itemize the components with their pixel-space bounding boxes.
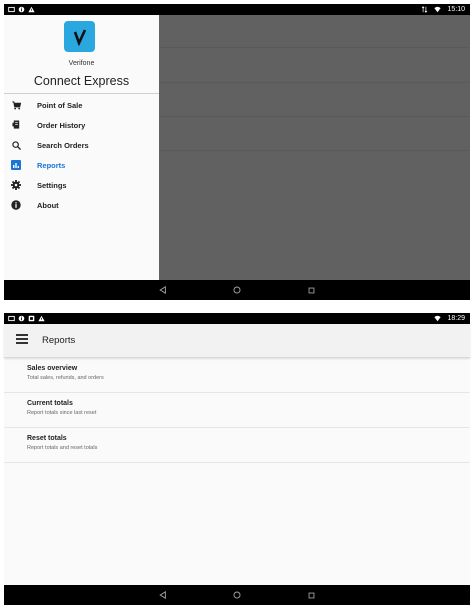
divider (159, 150, 470, 151)
back-button[interactable] (156, 588, 170, 602)
menu-item-order-history[interactable]: Order History (4, 115, 159, 135)
navigation-drawer: Verifone Connect Express Point of Sale O… (4, 15, 159, 280)
menu-item-about[interactable]: About (4, 195, 159, 215)
screenshot-icon (28, 315, 35, 322)
chart-icon (10, 159, 22, 171)
recents-icon (308, 287, 314, 293)
warning-icon (28, 6, 35, 13)
wifi-icon (434, 6, 442, 13)
brand-name: Verifone (68, 60, 95, 67)
report-row-reset-totals[interactable]: Reset totals Report totals and reset tot… (4, 428, 470, 463)
menu-item-search-orders[interactable]: Search Orders (4, 135, 159, 155)
back-icon (159, 286, 166, 294)
app-bar: Reports (4, 324, 470, 358)
receipt-icon (10, 119, 22, 131)
drawer-header: Verifone Connect Express (4, 15, 159, 94)
cart-icon (10, 99, 22, 111)
page-title: Reports (42, 335, 76, 346)
drawer-open-screen: 15:10 Verifone Connect Express Point of … (4, 4, 470, 300)
menu-label: Reports (37, 160, 66, 170)
reports-screen: 18:29 Reports Sales overview Total sales… (4, 313, 470, 605)
reports-list: Sales overview Total sales, refunds, and… (4, 358, 470, 463)
home-button[interactable] (230, 283, 244, 297)
recents-icon (308, 592, 314, 598)
menu-label: About (37, 200, 59, 210)
menu-item-settings[interactable]: Settings (4, 175, 159, 195)
menu-label: Point of Sale (37, 100, 83, 110)
row-title: Current totals (27, 400, 73, 407)
row-subtitle: Report totals and reset totals (27, 445, 98, 451)
row-subtitle: Total sales, refunds, and orders (27, 375, 104, 381)
status-bar: 18:29 (4, 313, 470, 324)
menu-icon[interactable] (16, 334, 28, 344)
recents-button[interactable] (304, 588, 318, 602)
wifi-icon (434, 315, 442, 322)
menu-label: Settings (37, 180, 67, 190)
gear-icon (10, 179, 22, 191)
info-icon (18, 6, 25, 13)
product-name: Connect Express (33, 74, 130, 88)
navigation-bar (4, 585, 470, 605)
image-icon (8, 6, 15, 13)
row-subtitle: Report totals since last reset (27, 410, 97, 416)
menu-label: Search Orders (37, 140, 89, 150)
drawer-menu: Point of Sale Order History Search Order… (4, 94, 159, 215)
info-icon (10, 199, 22, 211)
home-button[interactable] (230, 588, 244, 602)
menu-item-point-of-sale[interactable]: Point of Sale (4, 95, 159, 115)
search-icon (10, 139, 22, 151)
back-button[interactable] (156, 283, 170, 297)
status-time: 18:29 (447, 315, 465, 322)
report-row-sales-overview[interactable]: Sales overview Total sales, refunds, and… (4, 358, 470, 393)
status-time: 15:10 (447, 6, 465, 13)
back-icon (159, 591, 166, 599)
divider (159, 82, 470, 83)
divider (159, 47, 470, 48)
status-bar: 15:10 (4, 4, 470, 15)
divider (159, 116, 470, 117)
row-title: Reset totals (27, 435, 67, 442)
v-logo-icon (73, 28, 86, 46)
home-icon (233, 286, 241, 294)
home-icon (233, 591, 241, 599)
data-transfer-icon (422, 6, 428, 13)
verifone-logo (64, 21, 95, 52)
navigation-bar (4, 280, 470, 300)
recents-button[interactable] (304, 283, 318, 297)
info-icon (18, 315, 25, 322)
report-row-current-totals[interactable]: Current totals Report totals since last … (4, 393, 470, 428)
row-title: Sales overview (27, 365, 78, 372)
image-icon (8, 315, 15, 322)
warning-icon (38, 315, 45, 322)
menu-label: Order History (37, 120, 86, 130)
menu-item-reports[interactable]: Reports (4, 155, 159, 175)
